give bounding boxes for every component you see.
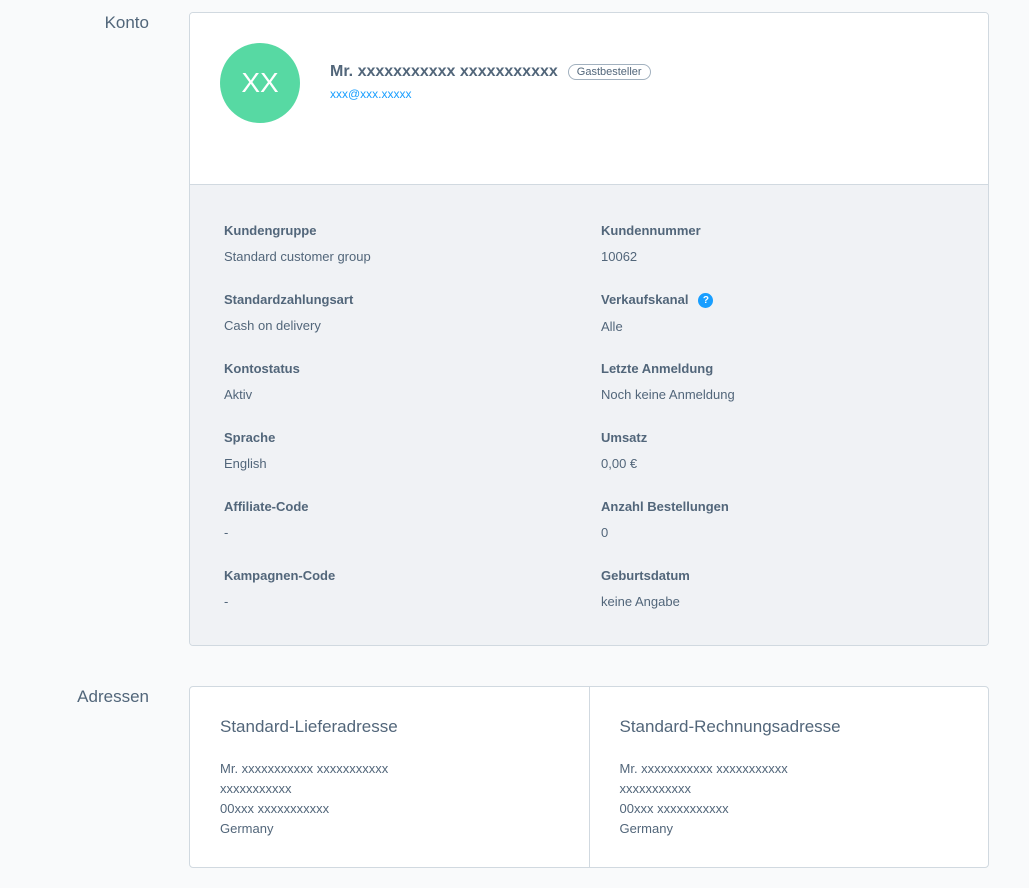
account-header: XX Mr. xxxxxxxxxxx xxxxxxxxxxx Gastbestel… (190, 13, 988, 185)
account-details: Kundengruppe Standard customer group Sta… (190, 185, 988, 645)
field-kundengruppe: Kundengruppe Standard customer group (224, 223, 564, 264)
field-kundennummer: Kundennummer 10062 (601, 223, 941, 264)
field-value: English (224, 456, 267, 471)
address-line: Germany (220, 821, 274, 836)
field-label: Verkaufskanal? (601, 292, 941, 308)
field-value: 0,00 € (601, 456, 638, 471)
address-line: Mr. xxxxxxxxxxx xxxxxxxxxxx (619, 761, 788, 776)
field-label: Kundengruppe (224, 223, 317, 238)
field-label: Sprache (224, 430, 276, 445)
customer-name-text: Mr. xxxxxxxxxxx xxxxxxxxxxx (330, 63, 558, 80)
section-title-adressen: Adressen (77, 687, 149, 706)
field-label: Kundennummer (601, 223, 701, 238)
field-label: Letzte Anmeldung (601, 361, 714, 376)
help-icon[interactable]: ? (698, 293, 714, 308)
account-card: XX Mr. xxxxxxxxxxx xxxxxxxxxxx Gastbestel… (189, 12, 989, 646)
address-line: xxxxxxxxxxx (619, 781, 692, 796)
field-label: Geburtsdatum (601, 568, 690, 583)
field-label-text: Verkaufskanal (601, 292, 689, 307)
field-label: Umsatz (601, 430, 648, 445)
field-value: Noch keine Anmeldung (601, 387, 735, 402)
addresses-card: Standard-Lieferadresse Mr. xxxxxxxxxxx x… (189, 686, 989, 868)
field-label: Kontostatus (224, 361, 300, 376)
address-line: 00xxx xxxxxxxxxxx (220, 801, 330, 816)
field-value: 0 (601, 525, 609, 540)
customer-email-link[interactable]: xxx@xxx.xxxxx (330, 87, 412, 101)
field-kampagnen-code: Kampagnen-Code - (224, 568, 564, 609)
avatar: XX (220, 43, 300, 123)
field-letzte-anmeldung: Letzte Anmeldung Noch keine Anmeldung (601, 361, 941, 402)
field-kontostatus: Kontostatus Aktiv (224, 361, 564, 402)
guest-badge: Gastbesteller (567, 64, 651, 80)
field-anzahl-bestellungen: Anzahl Bestellungen 0 (601, 499, 941, 540)
address-line: Germany (619, 821, 673, 836)
field-value: Alle (601, 319, 623, 334)
field-label: Anzahl Bestellungen (601, 499, 729, 514)
field-value: - (224, 594, 229, 609)
field-label: Standardzahlungsart (224, 292, 354, 307)
field-verkaufskanal: Verkaufskanal? Alle (601, 292, 941, 334)
field-value: Standard customer group (224, 249, 371, 264)
shipping-address: Standard-Lieferadresse Mr. xxxxxxxxxxx x… (190, 687, 589, 867)
field-sprache: Sprache English (224, 430, 564, 471)
field-value: keine Angabe (601, 594, 680, 609)
section-title-konto: Konto (104, 13, 149, 32)
field-value: Cash on delivery (224, 318, 321, 333)
field-geburtsdatum: Geburtsdatum keine Angabe (601, 568, 941, 609)
field-standardzahlungsart: Standardzahlungsart Cash on delivery (224, 292, 564, 333)
billing-address: Standard-Rechnungsadresse Mr. xxxxxxxxxx… (588, 687, 989, 867)
field-value: 10062 (601, 249, 638, 264)
field-value: Aktiv (224, 387, 253, 402)
customer-name: Mr. xxxxxxxxxxx xxxxxxxxxxx Gastbesteller (330, 63, 651, 81)
address-title: Standard-Rechnungsadresse (619, 717, 841, 736)
field-umsatz: Umsatz 0,00 € (601, 430, 941, 471)
field-affiliate-code: Affiliate-Code - (224, 499, 564, 540)
address-line: xxxxxxxxxxx (220, 781, 292, 796)
field-value: - (224, 525, 229, 540)
address-line: Mr. xxxxxxxxxxx xxxxxxxxxxx (220, 761, 389, 776)
field-label: Affiliate-Code (224, 499, 309, 514)
address-line: 00xxx xxxxxxxxxxx (619, 801, 729, 816)
address-title: Standard-Lieferadresse (220, 717, 398, 736)
field-label: Kampagnen-Code (224, 568, 336, 583)
